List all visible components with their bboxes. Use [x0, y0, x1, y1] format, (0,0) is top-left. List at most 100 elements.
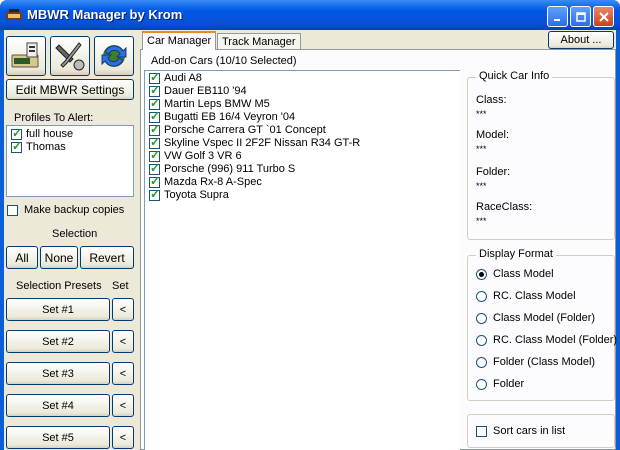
format-option-rc-class-model-folder[interactable]: RC. Class Model (Folder) [476, 334, 617, 346]
car-label: Mazda Rx-8 A-Spec [164, 176, 262, 188]
preset-set-3-button[interactable]: Set #3 [6, 362, 110, 385]
preset-set-2-button[interactable]: Set #2 [6, 330, 110, 353]
format-option-label: RC. Class Model (Folder) [493, 334, 618, 346]
car-item[interactable]: Porsche Carrera GT `01 Concept [149, 122, 326, 136]
car-item[interactable]: VW Golf 3 VR 6 [149, 148, 242, 162]
format-option-folder[interactable]: Folder [476, 378, 524, 390]
cars-header: Add-on Cars (10/10 Selected) [151, 55, 297, 67]
car-label: VW Golf 3 VR 6 [164, 150, 242, 162]
model-label: Model: [476, 129, 510, 141]
car-label: Skyline Vspec II 2F2F Nissan R34 GT-R [164, 137, 361, 149]
revert-button[interactable]: Revert [80, 246, 134, 269]
class-label: Class: [476, 94, 507, 106]
preset-store-3-button[interactable]: < [112, 362, 134, 385]
car-label: Bugatti EB 16/4 Veyron '04 [164, 111, 296, 123]
profiles-list[interactable]: full house Thomas [6, 125, 134, 197]
selection-label: Selection [52, 228, 98, 240]
format-option-rc-class-model[interactable]: RC. Class Model [476, 290, 576, 302]
car-label: Dauer EB110 '94 [164, 85, 247, 97]
tab-car-manager[interactable]: Car Manager [142, 31, 217, 50]
format-option-label: Class Model [493, 268, 554, 280]
backup-checkbox[interactable] [7, 204, 18, 216]
class-value: *** [476, 109, 487, 119]
client-area: Edit MBWR Settings Profiles To Alert: fu… [4, 30, 617, 450]
refresh-button[interactable] [94, 36, 134, 76]
profile-tool-button[interactable] [6, 36, 46, 76]
raceclass-label: RaceClass: [476, 201, 533, 213]
minimize-icon [553, 19, 560, 21]
sort-label: Sort cars in list [493, 425, 566, 437]
car-label: Toyota Supra [164, 189, 229, 201]
preset-store-4-button[interactable]: < [112, 394, 134, 417]
format-option-class-model[interactable]: Class Model [476, 268, 554, 280]
sort-group: Sort cars in list [467, 414, 615, 448]
format-option-label: Folder [493, 378, 525, 390]
format-radio[interactable] [476, 378, 487, 390]
quick-car-info-label: Quick Car Info [476, 70, 553, 82]
backup-option[interactable]: Make backup copies [7, 204, 124, 216]
edit-settings-button[interactable]: Edit MBWR Settings [6, 79, 134, 100]
car-label: Audi A8 [164, 72, 202, 84]
profile-item-thomas[interactable]: Thomas [11, 139, 66, 153]
car-item[interactable]: Dauer EB110 '94 [149, 83, 247, 97]
format-radio[interactable] [476, 268, 487, 280]
about-button[interactable]: About ... [548, 31, 614, 49]
maximize-button[interactable] [570, 6, 591, 27]
quick-car-info-group: Quick Car Info Class: *** Model: *** Fol… [467, 70, 615, 240]
format-radio[interactable] [476, 334, 487, 346]
format-option-folder-class-model[interactable]: Folder (Class Model) [476, 356, 595, 368]
car-label: Porsche (996) 911 Turbo S [164, 163, 296, 175]
raceclass-value: *** [476, 216, 487, 226]
app-window: MBWR Manager by Krom Edit MBWR Settings … [0, 0, 620, 450]
profiles-label: Profiles To Alert: [14, 112, 94, 124]
maximize-icon [575, 12, 586, 22]
preset-set-4-button[interactable]: Set #4 [6, 394, 110, 417]
cars-list[interactable]: Audi A8 Dauer EB110 '94 Martin Leps BMW … [144, 70, 460, 450]
app-icon [6, 9, 22, 20]
preset-store-1-button[interactable]: < [112, 298, 134, 321]
model-value: *** [476, 144, 487, 154]
preset-store-5-button[interactable]: < [112, 426, 134, 449]
tools-button[interactable] [50, 36, 90, 76]
profile-tool-icon [11, 42, 39, 68]
tab-track-manager[interactable]: Track Manager [217, 33, 301, 50]
profile-label: full house [26, 128, 74, 140]
car-item[interactable]: Bugatti EB 16/4 Veyron '04 [149, 109, 296, 123]
format-radio[interactable] [476, 312, 487, 324]
refresh-icon [101, 45, 127, 67]
presets-label: Selection Presets [16, 280, 102, 292]
profile-checkbox[interactable] [11, 139, 22, 153]
tools-icon [55, 42, 85, 71]
folder-label: Folder: [476, 166, 511, 178]
preset-store-2-button[interactable]: < [112, 330, 134, 353]
car-checkbox[interactable] [149, 187, 160, 201]
car-item[interactable]: Skyline Vspec II 2F2F Nissan R34 GT-R [149, 135, 361, 149]
display-format-label: Display Format [476, 248, 556, 260]
presets-set-label: Set [112, 280, 129, 292]
close-button[interactable] [593, 6, 614, 27]
title-bar[interactable]: MBWR Manager by Krom [0, 0, 620, 30]
car-label: Porsche Carrera GT `01 Concept [164, 124, 326, 136]
select-all-button[interactable]: All [6, 246, 38, 269]
profile-label: Thomas [26, 141, 66, 153]
car-manager-page: Add-on Cars (10/10 Selected) Audi A8 Dau… [140, 49, 617, 450]
sort-checkbox[interactable] [476, 425, 487, 437]
car-item[interactable]: Martin Leps BMW M5 [149, 96, 270, 110]
car-item[interactable]: Mazda Rx-8 A-Spec [149, 174, 262, 188]
format-radio[interactable] [476, 356, 487, 368]
car-item[interactable]: Porsche (996) 911 Turbo S [149, 161, 296, 175]
format-option-class-model-folder[interactable]: Class Model (Folder) [476, 312, 595, 324]
window-title: MBWR Manager by Krom [27, 7, 183, 22]
car-label: Martin Leps BMW M5 [164, 98, 270, 110]
select-none-button[interactable]: None [40, 246, 78, 269]
sort-option[interactable]: Sort cars in list [476, 425, 565, 437]
preset-set-5-button[interactable]: Set #5 [6, 426, 110, 449]
minimize-button[interactable] [547, 6, 568, 27]
folder-value: *** [476, 181, 487, 191]
format-radio[interactable] [476, 290, 487, 302]
car-item[interactable]: Toyota Supra [149, 187, 229, 201]
preset-set-1-button[interactable]: Set #1 [6, 298, 110, 321]
close-icon [598, 12, 609, 22]
backup-label: Make backup copies [24, 204, 125, 216]
display-format-group: Display Format Class Model RC. Class Mod… [467, 248, 617, 401]
